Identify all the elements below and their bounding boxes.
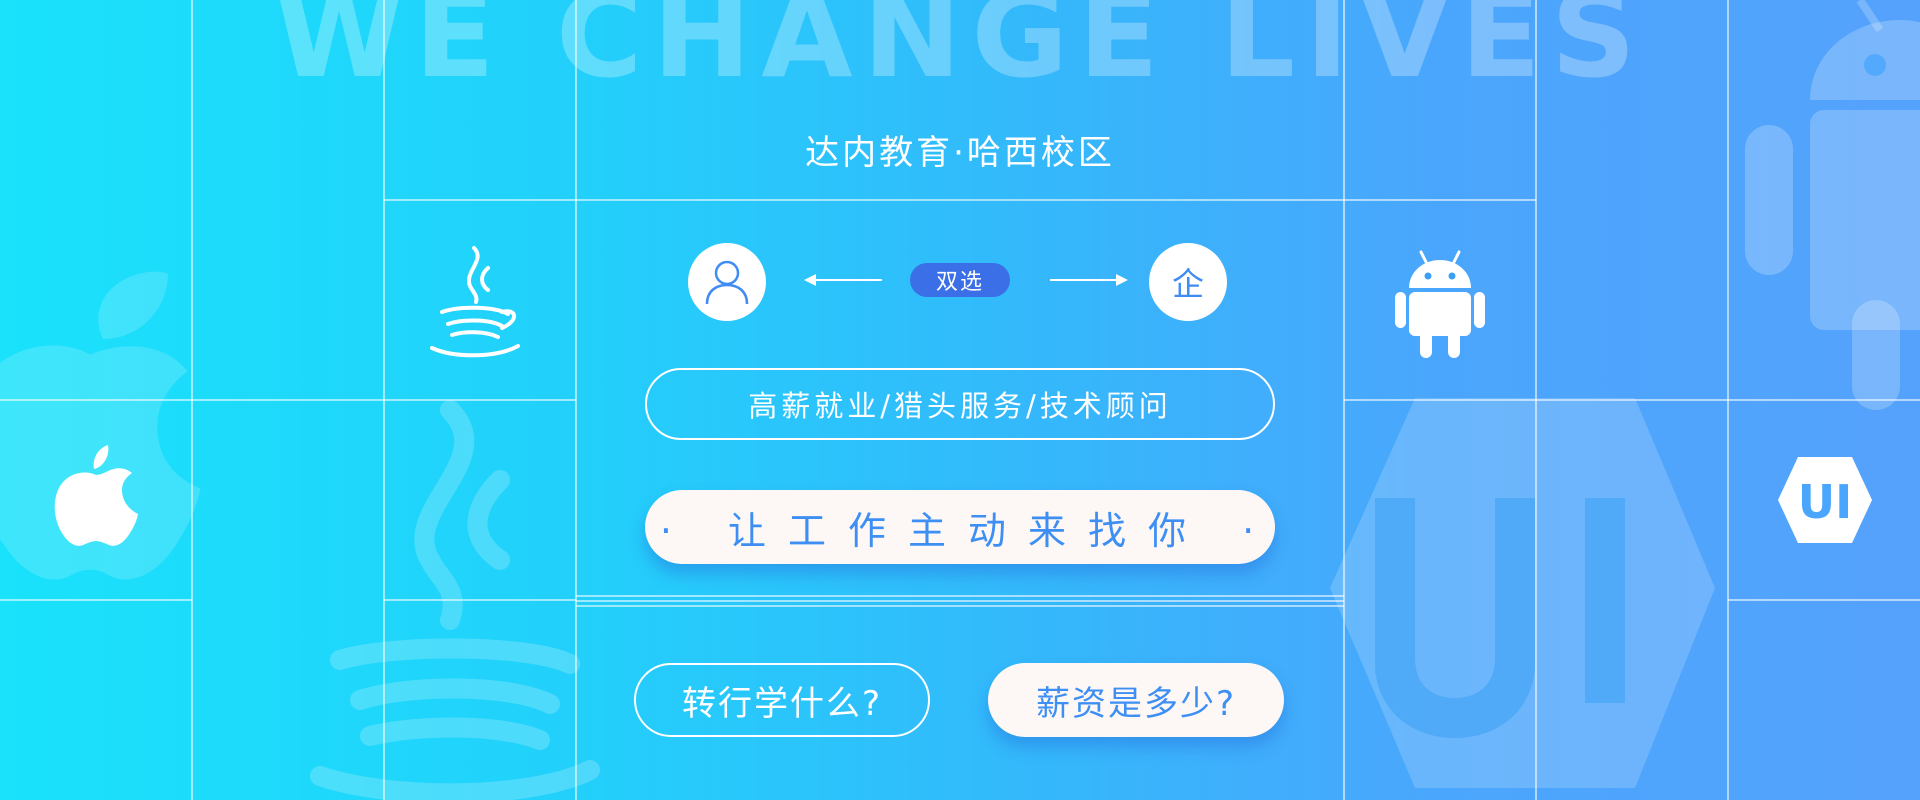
android-icon <box>1395 250 1485 358</box>
person-icon <box>705 260 749 305</box>
services-pill[interactable]: 高薪就业/猎头服务/技术顾问 <box>645 368 1275 440</box>
java-icon <box>430 246 520 358</box>
dual-select-badge: 双选 <box>910 263 1010 297</box>
campus-title: 达内教育·哈西校区 <box>805 133 1115 173</box>
arrow-right <box>1050 274 1128 286</box>
recruitment-banner: WE CHANGE LIVES UI 达内教育·哈西校区 双选 企 高薪就业/猎… <box>0 0 1920 800</box>
background-slogan: WE CHANGE LIVES <box>274 0 1646 104</box>
arrow-left <box>804 274 882 286</box>
career-change-button[interactable]: 转行学什么? <box>634 663 930 737</box>
main-slogan-pill[interactable]: · 让工作主动来找你 · <box>645 490 1275 564</box>
salary-button[interactable]: 薪资是多少? <box>988 663 1284 737</box>
java-icon <box>310 400 600 800</box>
ui-hexagon-icon <box>1330 398 1715 788</box>
candidate-circle <box>688 243 766 321</box>
android-icon <box>1745 0 1920 410</box>
apple-icon <box>54 445 138 546</box>
ui-hexagon-text: UI <box>1798 475 1852 529</box>
company-char: 企 <box>1171 265 1204 303</box>
company-circle: 企 <box>1149 243 1227 321</box>
ui-hexagon-icon: UI <box>1778 457 1872 543</box>
apple-icon <box>0 271 201 580</box>
